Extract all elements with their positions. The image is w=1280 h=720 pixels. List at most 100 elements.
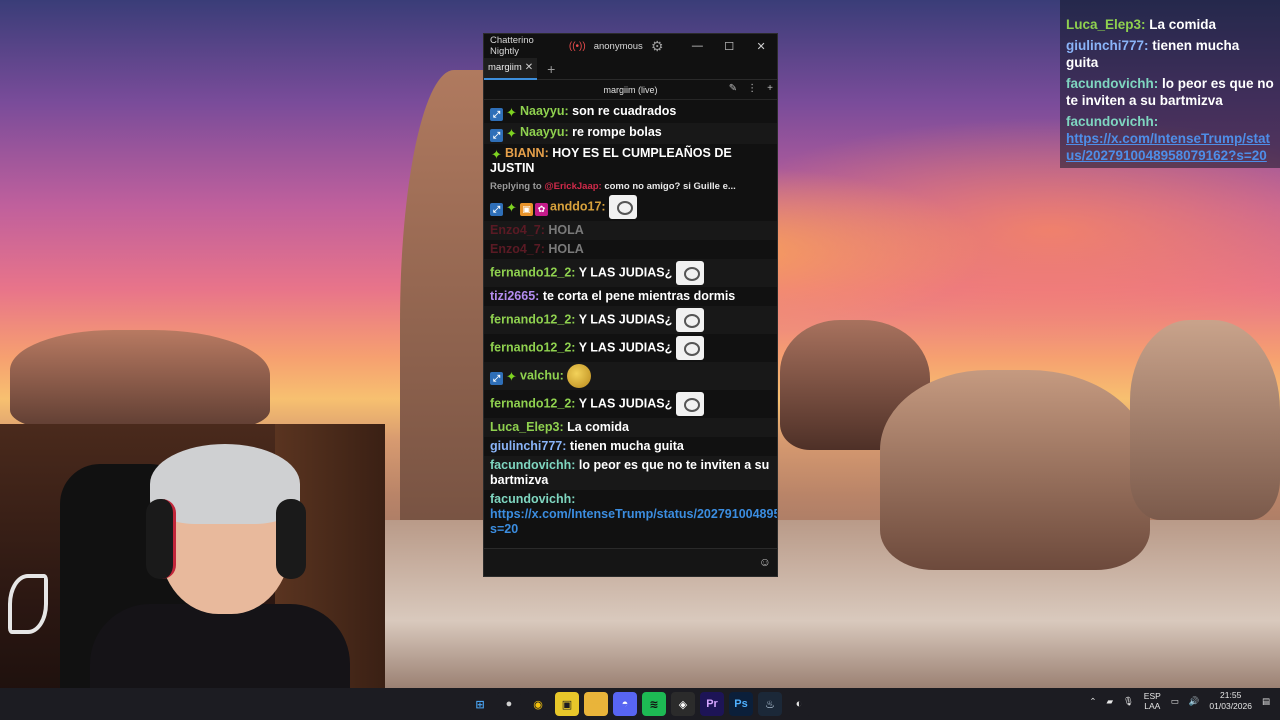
network-icon[interactable]: ▭ — [1171, 696, 1179, 707]
overlay-text: La comida — [1149, 17, 1217, 32]
chat-text: te corta el pene mientras dormis — [542, 289, 736, 303]
chat-username[interactable]: fernando12_2 — [490, 265, 571, 279]
photoshop-icon[interactable]: Ps — [729, 692, 753, 716]
folder-icon[interactable]: ▬ — [584, 692, 608, 716]
mod-badge-icon[interactable]: ⤢ — [490, 203, 503, 217]
discord-icon[interactable]: ◓ — [613, 692, 637, 716]
split-header[interactable]: margiim (live) ✎ ⋮ + — [484, 80, 777, 100]
more-icon[interactable]: ⋮ — [747, 83, 757, 94]
chat-message[interactable]: Luca_Elep3: La comida — [484, 418, 777, 437]
microphone-icon[interactable]: 🎙 — [1123, 696, 1134, 707]
chat-message[interactable]: facundovichh: https://x.com/IntenseTrump… — [484, 490, 777, 539]
emote-image[interactable] — [675, 336, 704, 360]
tab-bar: margiim ✕ + — [484, 57, 777, 80]
premiere-icon[interactable]: Pr — [700, 692, 724, 716]
chat-text: La comida — [567, 420, 629, 434]
volume-icon[interactable]: 🔊 — [1189, 696, 1200, 707]
tab-label: margiim — [488, 62, 522, 73]
chat-username[interactable]: anddo17 — [550, 199, 601, 213]
flag-icon[interactable]: ▰ — [1106, 696, 1113, 707]
chat-username[interactable]: Enzo4_7 — [490, 223, 541, 237]
sparkle-badge-icon[interactable]: ✦ — [505, 201, 518, 214]
language-indicator[interactable]: ESP LAA — [1144, 691, 1161, 711]
streamer-mode-icon[interactable]: ((•)) — [569, 41, 586, 52]
chat-message[interactable]: facundovichh: lo peor es que no te invit… — [484, 456, 777, 490]
chat-input[interactable]: ☺ — [484, 548, 777, 576]
reply-prefix: Replying to — [490, 181, 542, 192]
chat-username[interactable]: fernando12_2 — [490, 340, 571, 354]
sparkle-badge-icon[interactable]: ✦ — [505, 370, 518, 383]
mod-badge-icon[interactable]: ⤢ — [490, 372, 503, 386]
chat-message[interactable]: ⤢ ✦ valchu: — [484, 362, 777, 390]
chat-username[interactable]: valchu — [520, 368, 560, 382]
chatterino-icon[interactable]: ◐ — [787, 692, 811, 716]
chat-message[interactable]: Enzo4_7: HOLA — [484, 240, 777, 259]
lang-top: ESP — [1143, 691, 1161, 701]
chat-text: tienen mucha guita — [569, 439, 684, 453]
chat-username[interactable]: Enzo4_7 — [490, 242, 541, 256]
wallpaper-rock — [1130, 320, 1280, 520]
title-bar[interactable]: Chatterino Nightly ((•)) anonymous ⚙ — ☐… — [484, 34, 777, 58]
chat-username[interactable]: Naayyu — [520, 125, 564, 139]
chat-username[interactable]: Luca_Elep3 — [490, 420, 559, 434]
steam-icon[interactable]: ♨ — [758, 692, 782, 716]
chat-username[interactable]: BIANN — [505, 146, 545, 160]
moderation-icon[interactable]: ✎ — [729, 83, 737, 94]
reply-line[interactable]: Replying to @ErickJaap: como no amigo? s… — [484, 178, 777, 193]
account-name[interactable]: anonymous — [594, 41, 643, 52]
chat-message[interactable]: ⤢ ✦ Naayyu: son re cuadrados — [484, 102, 777, 123]
chat-message[interactable]: fernando12_2: Y LAS JUDIAS¿ — [484, 390, 777, 418]
close-tab-icon[interactable]: ✕ — [525, 62, 533, 73]
chat-username[interactable]: giulinchi777 — [490, 439, 562, 453]
emote-image[interactable] — [567, 364, 592, 388]
chat-link[interactable]: https://x.com/IntenseTrump/status/202791… — [490, 507, 777, 536]
gear-icon[interactable]: ⚙ — [651, 38, 664, 55]
chat-message[interactable]: giulinchi777: tienen mucha guita — [484, 437, 777, 456]
chat-message[interactable]: tizi2665: te corta el pene mientras dorm… — [484, 287, 777, 306]
clock[interactable]: 21:55 01/03/2026 — [1209, 690, 1252, 712]
chevron-up-icon[interactable]: ⌃ — [1089, 696, 1096, 707]
emote-image[interactable] — [609, 195, 638, 219]
app-icon[interactable]: ◈ — [671, 692, 695, 716]
emote-image[interactable] — [675, 392, 704, 416]
chat-message[interactable]: ⤢ ✦ Naayyu: re rompe bolas — [484, 123, 777, 144]
chat-message[interactable]: fernando12_2: Y LAS JUDIAS¿ — [484, 259, 777, 287]
notification-icon[interactable]: ▤ — [1262, 696, 1270, 707]
chat-message[interactable]: ✦ BIANN: HOY ES EL CUMPLEAÑOS DE JUSTIN — [484, 144, 777, 178]
emoji-icon[interactable]: ☺ — [759, 555, 771, 569]
chat-message[interactable]: ⤢ ✦ ▣ ✿ anddo17: — [484, 193, 777, 221]
username-colon: : — [571, 458, 576, 472]
spotify-icon[interactable]: ≋ — [642, 692, 666, 716]
close-button[interactable]: ✕ — [745, 40, 777, 53]
chat-message[interactable]: fernando12_2: Y LAS JUDIAS¿ — [484, 334, 777, 362]
chat-username[interactable]: tizi2665 — [490, 289, 535, 303]
chat-username[interactable]: fernando12_2 — [490, 312, 571, 326]
windows-icon[interactable]: ⊞ — [468, 692, 492, 716]
chat-message[interactable]: Enzo4_7: HOLA — [484, 221, 777, 240]
username-colon: : — [559, 368, 564, 383]
minimize-button[interactable]: — — [681, 40, 713, 52]
chat-message[interactable]: fernando12_2: Y LAS JUDIAS¿ — [484, 306, 777, 334]
chat-username[interactable]: facundovichh — [490, 458, 571, 472]
message-list[interactable]: ⤢ ✦ Naayyu: son re cuadrados ⤢ ✦ Naayyu: re r… — [484, 102, 777, 550]
add-split-icon[interactable]: + — [767, 83, 773, 94]
maximize-button[interactable]: ☐ — [713, 40, 745, 53]
tab-margiim[interactable]: margiim ✕ — [484, 57, 538, 80]
pink-badge-icon[interactable]: ✿ — [535, 203, 548, 217]
mod-badge-icon[interactable]: ⤢ — [490, 129, 503, 142]
sparkle-badge-icon[interactable]: ✦ — [505, 106, 518, 119]
chat-username[interactable]: facundovichh — [490, 492, 571, 506]
chat-username[interactable]: Naayyu — [520, 104, 564, 118]
sparkle-badge-icon[interactable]: ✦ — [505, 127, 518, 140]
chrome-icon[interactable]: ◉ — [526, 692, 550, 716]
notes-icon[interactable]: ▣ — [555, 692, 579, 716]
reply-username[interactable]: @ErickJaap: — [544, 181, 601, 192]
chat-username[interactable]: fernando12_2 — [490, 396, 571, 410]
emote-image[interactable] — [675, 308, 704, 332]
emote-image[interactable] — [675, 261, 704, 285]
add-tab-button[interactable]: + — [547, 61, 555, 77]
sparkle-badge-icon[interactable]: ✦ — [490, 148, 503, 161]
obs-icon[interactable]: ● — [497, 692, 521, 716]
mod-badge-icon[interactable]: ⤢ — [490, 108, 503, 121]
sub-badge-icon[interactable]: ▣ — [520, 203, 533, 217]
